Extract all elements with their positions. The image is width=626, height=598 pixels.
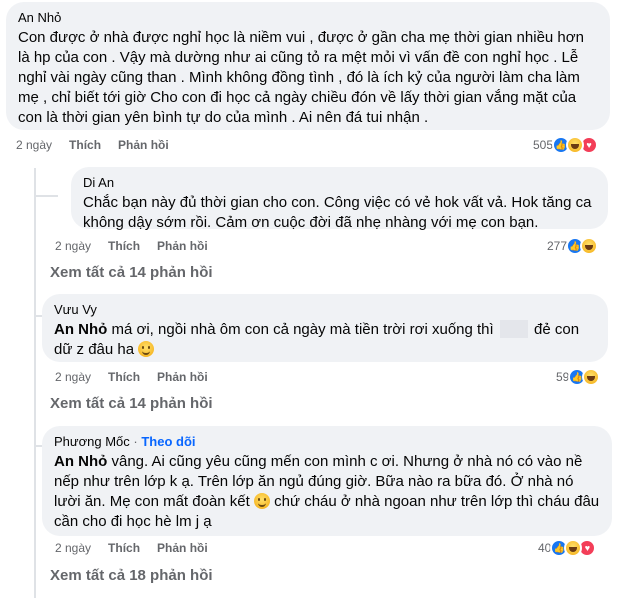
- see-more-replies[interactable]: Xem tất cả 14 phản hồi: [50, 263, 213, 283]
- comment-actions: 2 ngày Thích Phản hồi: [16, 137, 169, 153]
- comment-time[interactable]: 2 ngày: [55, 238, 91, 254]
- reply-bubble: Di An Chắc bạn này đủ thời gian cho con.…: [71, 167, 608, 231]
- reply-bubble: Vưu Vy An Nhỏ má ơi, ngồi nhà ôm con cả …: [42, 294, 608, 362]
- follow-button[interactable]: Theo dõi: [141, 434, 195, 449]
- comment-author[interactable]: Di An: [83, 174, 596, 191]
- mention-link[interactable]: An Nhỏ: [54, 453, 107, 470]
- comment-text: Chắc bạn này đủ thời gian cho con. Công …: [83, 194, 592, 231]
- comment-time[interactable]: 2 ngày: [55, 369, 91, 385]
- haha-icon: [582, 368, 601, 386]
- comment-actions: 2 ngày Thích Phản hồi: [55, 238, 208, 254]
- mention-link[interactable]: An Nhỏ: [54, 321, 107, 338]
- like-button[interactable]: Thích: [69, 137, 101, 153]
- thread-line: [34, 168, 36, 598]
- comment-actions: 2 ngày Thích Phản hồi: [55, 369, 208, 385]
- comment-header: Phương Mốc · Theo dõi: [54, 433, 600, 450]
- reaction-count: 277: [547, 239, 568, 253]
- comment-author[interactable]: An Nhỏ: [18, 9, 598, 26]
- reply-button[interactable]: Phản hồi: [157, 238, 208, 254]
- comment-time[interactable]: 2 ngày: [55, 540, 91, 556]
- reply-bubble: Phương Mốc · Theo dõi An Nhỏ vâng. Ai cũ…: [42, 426, 612, 536]
- smile-emoji-icon: [253, 493, 270, 509]
- reply-button[interactable]: Phản hồi: [118, 137, 169, 153]
- separator-dot: ·: [133, 434, 138, 449]
- comment-text-part: má ơi, ngồi nhà ôm con cả ngày mà tiền t…: [107, 321, 494, 338]
- like-button[interactable]: Thích: [108, 369, 140, 385]
- like-button[interactable]: Thích: [108, 540, 140, 556]
- see-more-replies[interactable]: Xem tất cả 18 phản hồi: [50, 566, 213, 586]
- comment-bubble: An Nhỏ Con được ở nhà được nghỉ học là n…: [6, 2, 610, 130]
- like-button[interactable]: Thích: [108, 238, 140, 254]
- see-more-replies[interactable]: Xem tất cả 14 phản hồi: [50, 394, 213, 414]
- thread-branch: [34, 195, 58, 197]
- comment-actions: 2 ngày Thích Phản hồi: [55, 540, 208, 556]
- haha-icon: [566, 136, 585, 154]
- reaction-count: 505: [533, 138, 554, 152]
- redacted-block: [499, 320, 528, 338]
- smile-emoji-icon: [138, 341, 155, 357]
- comment-text: An Nhỏ má ơi, ngồi nhà ôm con cả ngày mà…: [54, 320, 596, 360]
- comment-author[interactable]: Vưu Vy: [54, 301, 596, 318]
- comment-text: An Nhỏ vâng. Ai cũng yêu cũng mến con mì…: [54, 452, 600, 532]
- reaction-summary[interactable]: 40 👍 ♥: [538, 539, 597, 557]
- reaction-count: 59: [556, 370, 570, 384]
- reply-button[interactable]: Phản hồi: [157, 369, 208, 385]
- reaction-count: 40: [538, 541, 552, 555]
- haha-icon: [580, 237, 599, 255]
- reaction-summary[interactable]: 277 👍: [547, 237, 599, 255]
- comment-author[interactable]: Phương Mốc: [54, 434, 130, 449]
- comment-text: Con được ở nhà được nghỉ học là niềm vui…: [18, 29, 584, 126]
- reply-button[interactable]: Phản hồi: [157, 540, 208, 556]
- reaction-summary[interactable]: 505 👍 ♥: [533, 136, 599, 154]
- comment-time[interactable]: 2 ngày: [16, 137, 52, 153]
- reaction-summary[interactable]: 59 👍: [556, 368, 601, 386]
